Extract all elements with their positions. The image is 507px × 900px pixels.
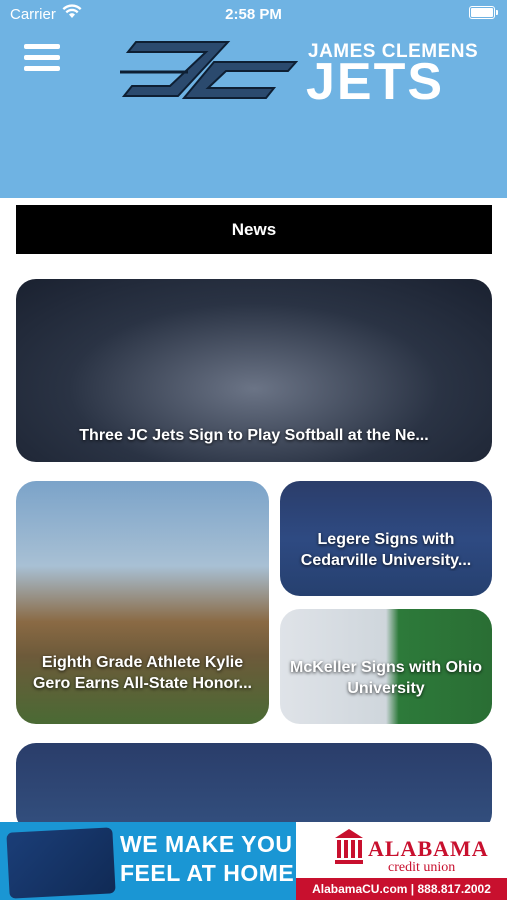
- advertisement-banner[interactable]: WE MAKE YOU FEEL AT HOME! ALABAMA credit…: [0, 822, 507, 900]
- article-title: Eighth Grade Athlete Kylie Gero Earns Al…: [32, 654, 252, 692]
- article-card[interactable]: Eighth Grade Athlete Kylie Gero Earns Al…: [16, 481, 269, 724]
- article-title: Legere Signs with Cedarville University.…: [300, 531, 472, 569]
- article-card[interactable]: Legere Signs with Cedarville University.…: [280, 481, 492, 596]
- app-header: Carrier 2:58 PM JAMES CLEMENS JETS: [0, 0, 507, 198]
- article-card[interactable]: McKeller Signs with Ohio University: [280, 609, 492, 724]
- hamburger-menu-button[interactable]: [24, 42, 62, 74]
- article-card[interactable]: [16, 743, 492, 833]
- credit-card-image: [6, 827, 116, 899]
- news-section-header[interactable]: News: [16, 205, 492, 254]
- credit-union-name: ALABAMA: [368, 836, 489, 861]
- jc-monogram-icon: [120, 41, 298, 99]
- credit-union-subtitle: credit union: [388, 860, 456, 875]
- ad-headline-line-2: FEEL AT HOME!: [120, 860, 303, 886]
- article-card[interactable]: Three JC Jets Sign to Play Softball at t…: [16, 279, 492, 462]
- article-photo: [16, 743, 492, 833]
- article-title: McKeller Signs with Ohio University: [289, 659, 483, 697]
- credit-union-logo: ALABAMA credit union AlabamaCU.com | 888…: [296, 822, 507, 900]
- status-bar: Carrier 2:58 PM: [0, 0, 507, 28]
- ad-headline: WE MAKE YOU FEEL AT HOME!: [120, 830, 302, 888]
- team-name: JETS: [306, 53, 445, 111]
- ad-contact-footer: AlabamaCU.com | 888.817.2002: [296, 878, 507, 900]
- jc-jets-logo: JAMES CLEMENS JETS: [118, 38, 488, 111]
- ad-headline-line-1: WE MAKE YOU: [120, 831, 293, 857]
- status-time: 2:58 PM: [225, 6, 282, 23]
- article-title: Three JC Jets Sign to Play Softball at t…: [79, 427, 429, 444]
- battery-icon: [469, 6, 498, 19]
- bank-building-icon: [335, 829, 363, 864]
